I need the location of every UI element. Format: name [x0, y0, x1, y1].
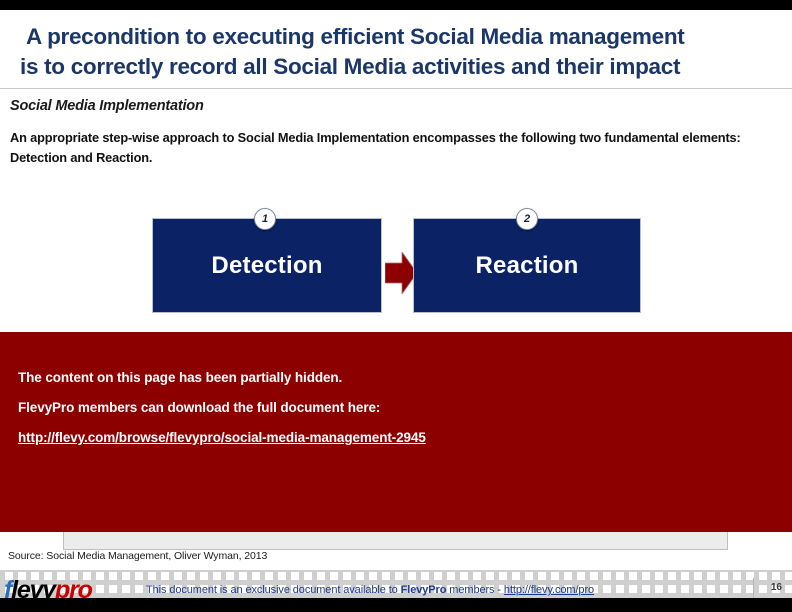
page-title-line-2: is to correctly record all Social Media …: [20, 54, 681, 79]
page-number: 16: [770, 582, 782, 593]
process-step-detection[interactable]: Detection: [152, 218, 382, 313]
page-title: A precondition to executing efficient So…: [0, 22, 792, 82]
slide-canvas: A precondition to executing efficient So…: [0, 10, 792, 612]
process-diagram: Detection 1 Reaction 2: [0, 205, 792, 330]
section-subheading: Social Media Implementation: [10, 98, 204, 114]
footer-notice-before: This document is an exclusive document a…: [146, 584, 401, 596]
process-step-reaction[interactable]: Reaction: [413, 218, 641, 313]
footer-notice-after: members -: [446, 584, 504, 596]
title-divider: [0, 88, 792, 89]
footer-link[interactable]: http://flevy.com/pro: [504, 584, 594, 596]
footer-divider: [753, 578, 754, 600]
top-black-bar: [0, 0, 792, 10]
footer-notice: This document is an exclusive document a…: [146, 584, 594, 596]
footer-brand: FlevyPro: [400, 584, 447, 596]
page-title-line-1: A precondition to executing efficient So…: [26, 24, 685, 49]
intro-paragraph: An appropriate step-wise approach to Soc…: [10, 130, 741, 165]
step-number-badge-1: 1: [254, 208, 276, 230]
bottom-black-bar: [0, 598, 792, 612]
hidden-notice-line-1: The content on this page has been partia…: [18, 370, 343, 385]
process-step-reaction-label: Reaction: [475, 251, 579, 279]
hidden-notice-line-2: FlevyPro members can download the full d…: [18, 400, 381, 415]
source-note: Source: Social Media Management, Oliver …: [8, 550, 268, 562]
hidden-notice-link[interactable]: http://flevy.com/browse/flevypro/social-…: [18, 430, 426, 445]
process-step-detection-label: Detection: [211, 251, 323, 279]
step-number-badge-2: 2: [516, 208, 538, 230]
hidden-content-banner: The content on this page has been partia…: [0, 332, 792, 532]
